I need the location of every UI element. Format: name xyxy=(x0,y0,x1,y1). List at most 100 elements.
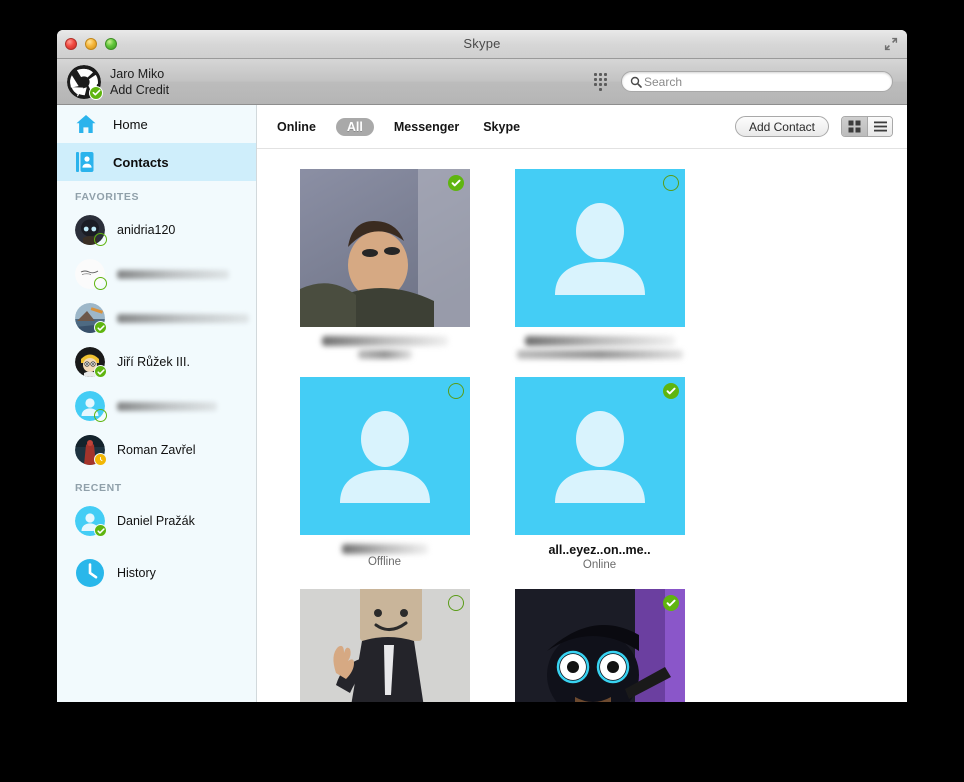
avatar[interactable] xyxy=(67,64,103,100)
sidebar-item-home-label: Home xyxy=(113,116,148,132)
avatar-photo-boxhead xyxy=(299,589,470,702)
skype-window: Skype Jaro Miko Add Credit Search Home C… xyxy=(57,30,907,702)
contact-name: all..eyez..on..me.. xyxy=(548,543,651,557)
status-badge xyxy=(94,233,107,246)
sidebar-group-recent: RECENT xyxy=(75,482,122,494)
contact-tile[interactable] xyxy=(492,169,707,359)
contact-tile[interactable]: Andrej Find a way, to...e more day :) xyxy=(277,589,492,702)
sidebar-item-home[interactable]: Home xyxy=(57,105,256,143)
avatar xyxy=(75,259,107,290)
tab-all[interactable]: All xyxy=(335,117,374,136)
add-contact-button[interactable]: Add Contact xyxy=(734,116,829,137)
contacts-grid: Offline all..eyez..on..me.. Online xyxy=(257,169,907,702)
account-name: Jaro Miko xyxy=(110,66,165,81)
avatar xyxy=(75,391,107,422)
sidebar-contact-name: Roman Zavřel xyxy=(117,443,196,457)
sidebar-contact-jiri-ruzek[interactable]: Jiří Růžek III. xyxy=(57,340,256,384)
contact-thumbnail[interactable] xyxy=(514,377,685,535)
avatar xyxy=(75,215,107,246)
avatar xyxy=(75,506,107,537)
search-icon xyxy=(630,76,642,88)
sidebar-item-contacts[interactable]: Contacts xyxy=(57,143,256,181)
home-icon xyxy=(75,114,101,134)
sidebar-item-history[interactable]: History xyxy=(57,551,256,595)
sidebar-contact-daniel-prazak[interactable]: Daniel Pražák xyxy=(57,499,256,543)
sidebar-contact-roman-zavrel[interactable]: Roman Zavřel xyxy=(57,428,256,472)
contact-name-redacted xyxy=(341,544,428,554)
sidebar-contact-name: Daniel Pražák xyxy=(117,514,195,528)
contact-thumbnail[interactable] xyxy=(299,169,470,327)
status-badge xyxy=(94,524,107,537)
window-title: Skype xyxy=(463,36,501,51)
sidebar-group-favorites: FAVORITES xyxy=(75,191,140,203)
contact-name-redacted xyxy=(321,336,448,346)
sidebar-item-contacts-label: Contacts xyxy=(113,154,169,170)
contact-name-redacted xyxy=(524,336,675,346)
status-badge xyxy=(94,365,107,378)
contact-tile[interactable] xyxy=(277,169,492,359)
status-badge xyxy=(94,321,107,334)
status-badge xyxy=(662,175,679,191)
contact-mood: Online xyxy=(582,559,617,571)
window-titlebar: Skype xyxy=(57,30,907,59)
sidebar-contact-name-redacted xyxy=(117,269,229,279)
search-input[interactable]: Search xyxy=(621,71,893,92)
avatar xyxy=(75,347,107,378)
sidebar-contact-anidria120[interactable]: anidria120 xyxy=(57,208,256,252)
clock-icon xyxy=(75,558,105,588)
contact-mood: Offline xyxy=(367,556,402,568)
status-badge xyxy=(94,409,107,422)
tab-messenger[interactable]: Messenger xyxy=(390,118,463,136)
tab-online[interactable]: Online xyxy=(273,118,320,136)
grid-view-icon[interactable] xyxy=(842,117,867,136)
sidebar-contact-name: Jiří Růžek III. xyxy=(117,355,190,369)
status-badge xyxy=(94,453,107,466)
status-badge xyxy=(447,595,464,611)
sidebar-contact-redacted-2[interactable] xyxy=(57,296,256,340)
contact-tile[interactable]: Offline xyxy=(277,377,492,571)
contacts-card-icon xyxy=(75,151,101,173)
sidebar-contact-redacted-3[interactable] xyxy=(57,384,256,428)
tab-skype[interactable]: Skype xyxy=(479,118,524,136)
status-badge xyxy=(89,85,103,100)
status-badge xyxy=(447,175,464,191)
account-toolbar: Jaro Miko Add Credit Search xyxy=(57,59,907,105)
status-badge xyxy=(94,277,107,290)
contact-thumbnail[interactable] xyxy=(299,589,470,702)
avatar xyxy=(75,303,107,334)
sidebar-contact-name-redacted xyxy=(117,313,249,323)
status-badge xyxy=(447,383,464,399)
add-credit-link[interactable]: Add Credit xyxy=(110,82,169,98)
contact-thumbnail[interactable] xyxy=(514,169,685,327)
status-badge xyxy=(662,383,679,399)
status-badge xyxy=(662,595,679,611)
dialpad-icon[interactable] xyxy=(594,72,607,91)
sidebar: Home Contacts FAVORITES anidria120 Jiří … xyxy=(57,105,257,702)
contact-mood-redacted xyxy=(357,350,412,359)
contact-mood-redacted xyxy=(516,350,683,359)
view-mode-switch xyxy=(841,116,893,137)
contact-tile[interactable]: all..eyez..on..me.. Online xyxy=(492,377,707,571)
avatar-photo-sky-person xyxy=(299,169,470,327)
account-profile[interactable]: Jaro Miko Add Credit xyxy=(67,64,169,100)
contact-thumbnail[interactable] xyxy=(299,377,470,535)
avatar-photo-dark-cartoon xyxy=(514,589,685,702)
fullscreen-arrows-icon[interactable] xyxy=(884,37,898,51)
filter-toolbar: Online All Messenger Skype Add Contact xyxy=(257,105,907,149)
contacts-grid-scroll[interactable]: Offline all..eyez..on..me.. Online xyxy=(257,149,907,702)
avatar-default-person-icon xyxy=(299,377,470,535)
avatar xyxy=(75,435,107,466)
contact-tile[interactable]: anidria120 "Use the force...rry." –Ganda… xyxy=(492,589,707,702)
sidebar-contact-name-redacted xyxy=(117,401,217,411)
list-view-icon[interactable] xyxy=(867,117,892,136)
avatar-default-person-icon xyxy=(514,377,685,535)
toolbar-right: Search xyxy=(594,71,893,92)
sidebar-contact-redacted-1[interactable] xyxy=(57,252,256,296)
avatar-default-person-icon xyxy=(514,169,685,327)
window-body: Home Contacts FAVORITES anidria120 Jiří … xyxy=(57,105,907,702)
desktop-background: Skype Jaro Miko Add Credit Search Home C… xyxy=(0,0,964,782)
main-content: Online All Messenger Skype Add Contact O… xyxy=(257,105,907,702)
contact-thumbnail[interactable] xyxy=(514,589,685,702)
sidebar-contact-name: anidria120 xyxy=(117,223,176,237)
search-placeholder: Search xyxy=(644,74,683,89)
